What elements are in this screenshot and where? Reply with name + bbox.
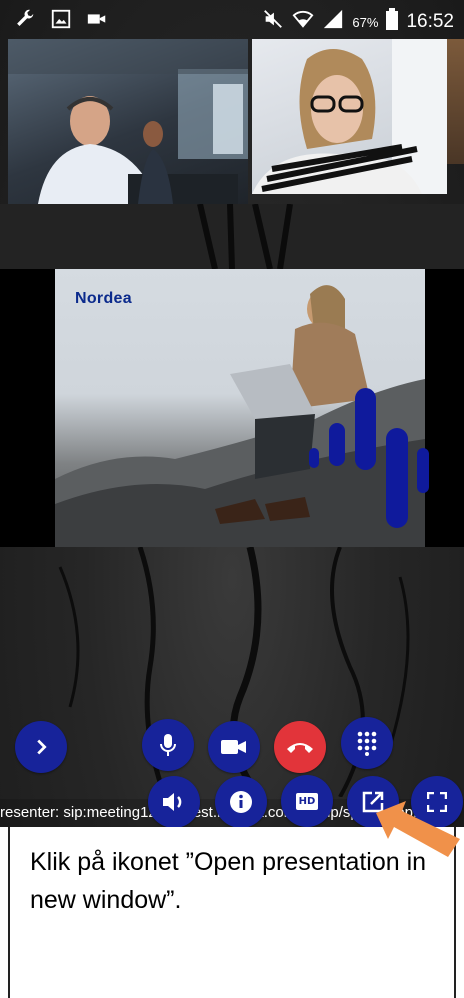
logo-bar-2 [329,423,345,466]
camera-button[interactable] [208,721,260,773]
wifi-icon [292,8,314,36]
pointer-arrow-icon [376,801,460,857]
hd-button[interactable]: HD [281,775,333,827]
logo-bar-3 [355,388,376,470]
microphone-icon [160,734,176,756]
camera-icon [221,740,246,754]
info-icon [230,791,252,813]
battery-icon [386,8,399,36]
speaker-icon [163,793,182,811]
logo-bar-4 [386,428,408,528]
status-bar: 67% 16:52 [0,0,464,40]
image-icon [50,8,72,36]
hd-icon: HD [296,792,318,810]
expand-controls-button[interactable] [15,721,67,773]
video-call-screen: 67% 16:52 Nordea resenter: sip:meeting12… [0,0,464,827]
participant-video-woman-glasses[interactable] [252,39,447,194]
instruction-text: Klik på ikonet ”Open presentation in new… [30,848,427,914]
wrench-icon [14,8,36,36]
logo-bar-5 [417,448,429,493]
microphone-button[interactable] [142,719,194,771]
chevron-right-icon [37,739,47,755]
clock: 16:52 [406,11,454,32]
signal-icon [322,8,344,36]
nordea-logo: Nordea [75,290,132,307]
presentation-letterbox-left [0,269,55,547]
hangup-button[interactable] [274,721,326,773]
dialpad-icon [357,731,377,756]
video-icon [86,8,108,36]
presentation-letterbox-right [425,269,464,547]
hangup-icon [287,743,313,753]
speaker-button[interactable] [148,776,200,827]
participant-video-partial[interactable] [447,39,464,164]
info-button[interactable] [215,776,267,827]
participant-video-man-headset[interactable] [8,39,248,204]
battery-percent: 67% [352,14,379,30]
logo-bar-1 [309,448,319,468]
mute-icon [262,8,284,36]
dialpad-button[interactable] [341,717,393,769]
background-video-band [0,203,464,270]
